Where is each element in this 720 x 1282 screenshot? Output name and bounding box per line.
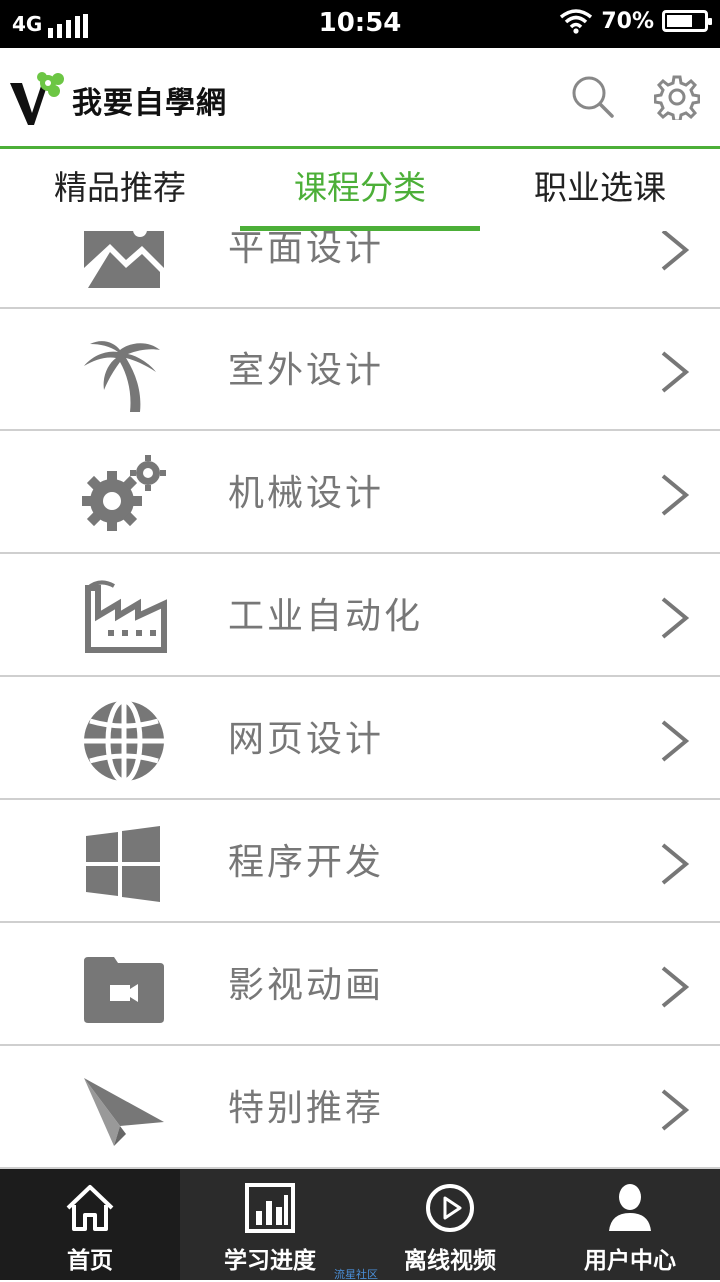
chevron-right-icon <box>661 231 690 271</box>
windows-icon <box>86 826 160 902</box>
chevron-right-icon <box>661 597 690 639</box>
play-circle-icon <box>426 1184 474 1232</box>
battery-percent: 70% <box>601 8 654 34</box>
globe-icon <box>84 701 164 781</box>
search-icon[interactable] <box>570 74 616 120</box>
chevron-right-icon <box>661 351 690 393</box>
user-icon <box>609 1184 651 1231</box>
battery-icon <box>662 10 712 32</box>
list-item-mechanical-design[interactable]: 机械设计 <box>0 433 720 554</box>
category-label: 影视动画 <box>228 965 385 1006</box>
chevron-right-icon <box>661 474 690 516</box>
list-item-program-development[interactable]: 程序开发 <box>0 802 720 923</box>
category-list: 平面设计 室外设计 机械设计 工业自动化 网页设计 程序开发 影视动画 特别推荐 <box>0 231 720 1169</box>
chevron-right-icon <box>661 843 690 885</box>
video-folder-icon <box>84 957 164 1023</box>
gears-icon <box>82 455 166 531</box>
category-label: 室外设计 <box>228 350 385 391</box>
category-label: 工业自动化 <box>228 596 424 637</box>
list-item-web-design[interactable]: 网页设计 <box>0 679 720 800</box>
nav-label: 学习进度 <box>224 1248 316 1274</box>
app-header: 我要自學網 <box>0 48 720 149</box>
gear-icon[interactable] <box>654 74 700 120</box>
logo-icon <box>10 72 64 125</box>
logo-text: 我要自學網 <box>72 86 227 121</box>
chevron-right-icon <box>661 966 690 1008</box>
nav-learning-progress[interactable]: 学习进度 <box>180 1169 360 1280</box>
nav-label: 离线视频 <box>404 1248 496 1274</box>
list-item-outdoor-design[interactable]: 室外设计 <box>0 310 720 431</box>
list-item-graphic-design[interactable]: 平面设计 <box>0 231 720 309</box>
chevron-right-icon <box>661 1089 690 1131</box>
status-bar: 4G 10:54 70% <box>0 0 720 48</box>
wifi-icon <box>560 9 593 34</box>
tab-featured[interactable]: 精品推荐 <box>0 149 240 229</box>
category-label: 平面设计 <box>228 231 385 269</box>
tab-career-courses[interactable]: 职业选课 <box>480 149 720 229</box>
paper-plane-icon <box>84 1078 164 1146</box>
category-label: 网页设计 <box>228 719 385 760</box>
category-label: 程序开发 <box>228 842 385 883</box>
nav-label: 用户中心 <box>584 1248 676 1274</box>
battery-fill <box>667 15 692 27</box>
category-tabs: 精品推荐 课程分类 职业选课 <box>0 149 720 232</box>
list-item-industrial-automation[interactable]: 工业自动化 <box>0 556 720 677</box>
app-logo: 我要自學網 <box>8 70 298 130</box>
list-item-special-recommendation[interactable]: 特别推荐 <box>0 1048 720 1169</box>
palm-tree-icon <box>84 341 160 412</box>
nav-user-center[interactable]: 用户中心 <box>540 1169 720 1280</box>
nav-offline-video[interactable]: 离线视频 <box>360 1169 540 1280</box>
tab-course-categories[interactable]: 课程分类 <box>240 149 480 231</box>
home-icon <box>66 1185 114 1231</box>
bar-chart-icon <box>245 1183 295 1233</box>
category-label: 特别推荐 <box>228 1088 385 1129</box>
factory-icon <box>85 580 167 653</box>
image-icon <box>84 231 164 288</box>
nav-home[interactable]: 首页 <box>0 1169 180 1280</box>
category-label: 机械设计 <box>228 473 385 514</box>
chevron-right-icon <box>661 720 690 762</box>
list-item-film-animation[interactable]: 影视动画 <box>0 925 720 1046</box>
nav-label: 首页 <box>67 1248 113 1274</box>
bottom-navigation: 首页 学习进度 离线视频 用户中心 <box>0 1169 720 1280</box>
